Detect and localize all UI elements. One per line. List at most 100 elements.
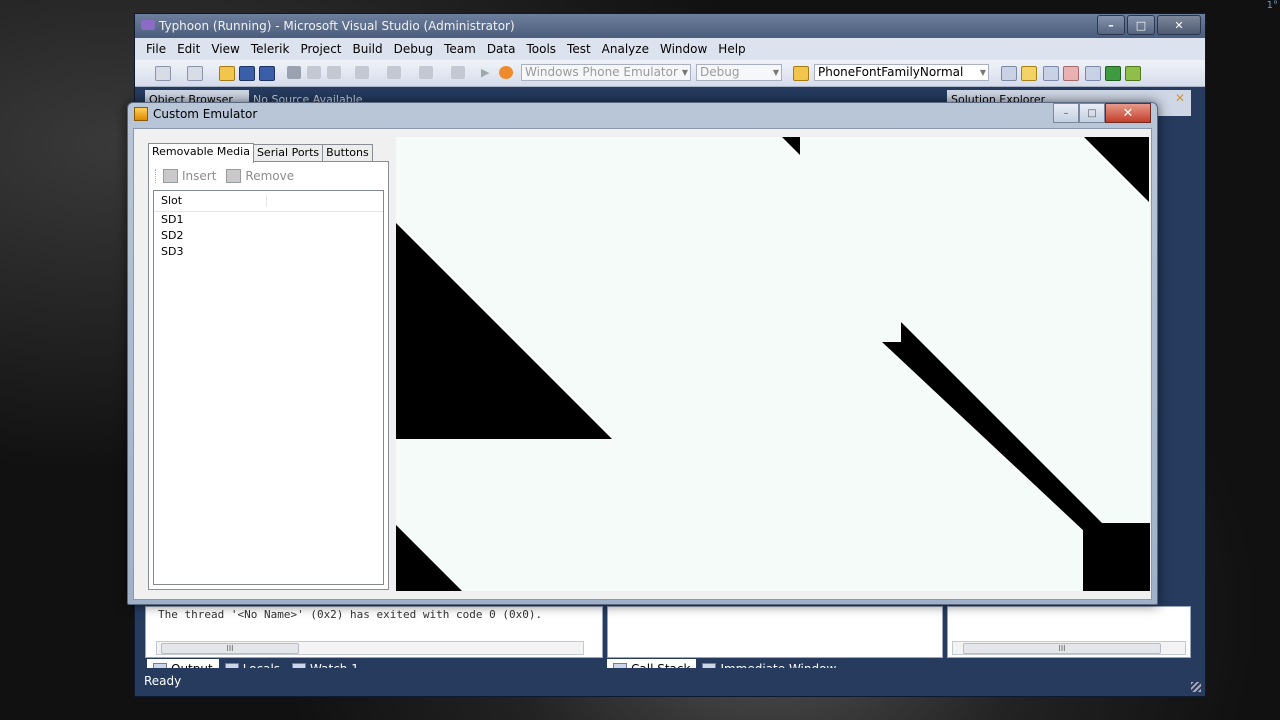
find-combo-value: PhoneFontFamilyNormal [818, 65, 964, 79]
close-icon[interactable]: ✕ [1175, 91, 1185, 105]
menu-test[interactable]: Test [562, 42, 597, 56]
start-page-icon[interactable] [1125, 66, 1141, 81]
insert-button[interactable]: Insert [182, 169, 216, 183]
remove-button[interactable]: Remove [245, 169, 294, 183]
solution-explorer-pane: III [947, 606, 1191, 658]
menu-project[interactable]: Project [295, 42, 347, 56]
navigate-backward-icon[interactable] [419, 66, 433, 79]
menu-view[interactable]: View [206, 42, 245, 56]
redo-icon[interactable] [387, 66, 401, 79]
visual-studio-logo-icon [141, 20, 155, 30]
toolbar-grip [155, 169, 157, 183]
emulator-display [396, 137, 1150, 591]
menu-window[interactable]: Window [655, 42, 713, 56]
object-browser-icon[interactable] [1043, 66, 1059, 81]
standard-toolbar: ▶ Windows Phone Emulator ▼ Debug ▼ Phone… [135, 60, 1205, 87]
title-bar[interactable]: Typhoon (Running) - Microsoft Visual Stu… [135, 14, 1205, 38]
emulator-app-icon [134, 107, 148, 121]
start-debugging-icon[interactable]: ▶ [481, 66, 495, 79]
menu-debug[interactable]: Debug [389, 42, 439, 56]
shape-left-triangle [396, 223, 612, 439]
menu-analyze[interactable]: Analyze [597, 42, 655, 56]
solution-horizontal-scrollbar[interactable]: III [952, 641, 1186, 655]
shape-bottom-right-square [1083, 523, 1150, 591]
menu-build[interactable]: Build [348, 42, 389, 56]
custom-emulator-window: Custom Emulator – □ ✕ Removable Media Se… [127, 102, 1158, 605]
menu-telerik[interactable]: Telerik [246, 42, 296, 56]
window-title: Typhoon (Running) - Microsoft Visual Stu… [159, 19, 515, 33]
menu-data[interactable]: Data [482, 42, 522, 56]
menu-bar: File Edit View Telerik Project Build Deb… [135, 38, 1205, 60]
save-all-icon[interactable] [259, 66, 275, 81]
navigate-forward-icon[interactable] [451, 66, 465, 79]
chevron-down-icon: ▼ [681, 68, 688, 77]
call-stack-pane [607, 606, 943, 658]
menu-help[interactable]: Help [713, 42, 751, 56]
team-explorer-icon[interactable] [1085, 66, 1101, 81]
scroll-thumb[interactable]: III [963, 643, 1161, 654]
menu-edit[interactable]: Edit [172, 42, 206, 56]
add-item-icon[interactable] [187, 66, 203, 81]
cut-icon[interactable] [287, 66, 301, 79]
menu-tools[interactable]: Tools [521, 42, 562, 56]
paste-icon[interactable] [327, 66, 341, 79]
menu-file[interactable]: File [141, 42, 172, 56]
chevron-down-icon: ▼ [979, 68, 986, 77]
chevron-down-icon: ▼ [772, 68, 779, 77]
list-item[interactable]: SD1 [154, 212, 383, 228]
tab-removable-media[interactable]: Removable Media [148, 143, 254, 163]
remove-icon [226, 169, 242, 183]
emulator-title-bar[interactable]: Custom Emulator [134, 107, 257, 121]
save-icon[interactable] [239, 66, 255, 81]
minimize-button[interactable]: – [1097, 15, 1125, 35]
deployment-target-combo[interactable]: Windows Phone Emulator ▼ [521, 64, 691, 81]
emulator-screen[interactable] [396, 137, 1150, 591]
media-toolbar: Insert Remove [155, 168, 294, 184]
list-item[interactable]: SD3 [154, 244, 383, 260]
insert-icon [163, 169, 178, 183]
status-text: Ready [144, 674, 182, 688]
tab-buttons[interactable]: Buttons [322, 144, 373, 162]
list-item[interactable]: SD2 [154, 228, 383, 244]
output-pane: The thread '<No Name>' (0x2) has exited … [145, 606, 603, 658]
emulator-title: Custom Emulator [153, 107, 258, 121]
slot-column-header[interactable]: Slot [154, 191, 383, 212]
menu-team[interactable]: Team [439, 42, 482, 56]
column-divider[interactable] [266, 195, 267, 207]
slot-column-label: Slot [161, 194, 183, 207]
solution-configuration-combo[interactable]: Debug ▼ [696, 64, 782, 81]
resize-grip-icon[interactable] [1191, 682, 1201, 692]
removable-media-page: Insert Remove Slot SD1 SD2 SD3 [148, 161, 389, 590]
maximize-button[interactable]: □ [1127, 15, 1155, 35]
find-combo[interactable]: PhoneFontFamilyNormal ▼ [814, 64, 989, 81]
shape-top-small-triangle [782, 137, 800, 155]
solution-configuration-value: Debug [700, 65, 740, 79]
attach-icon[interactable] [499, 66, 513, 79]
slot-list[interactable]: Slot SD1 SD2 SD3 [153, 190, 384, 585]
find-in-files-icon[interactable] [793, 66, 809, 81]
tab-serial-ports[interactable]: Serial Ports [252, 144, 324, 162]
status-bar: Ready [135, 668, 1205, 696]
open-file-icon[interactable] [219, 66, 235, 81]
emulator-minimize-button[interactable]: – [1053, 103, 1079, 123]
desktop-corner-text: 1° [1266, 0, 1278, 11]
shape-bottom-left-triangle [396, 525, 462, 591]
close-button[interactable]: ✕ [1157, 15, 1201, 35]
properties-icon[interactable] [1021, 66, 1037, 81]
extension-manager-icon[interactable] [1105, 66, 1121, 81]
undo-icon[interactable] [355, 66, 369, 79]
emulator-tab-strip: Removable Media Serial Ports Buttons [148, 142, 373, 163]
output-horizontal-scrollbar[interactable]: III [156, 641, 584, 655]
solution-explorer-icon[interactable] [1001, 66, 1017, 81]
toolbox-icon[interactable] [1063, 66, 1079, 81]
output-text: The thread '<No Name>' (0x2) has exited … [158, 608, 543, 621]
emulator-maximize-button[interactable]: □ [1079, 103, 1105, 123]
emulator-close-button[interactable]: ✕ [1105, 103, 1151, 123]
emulator-client-area: Removable Media Serial Ports Buttons Ins… [133, 128, 1152, 600]
new-project-icon[interactable] [155, 66, 171, 81]
shape-top-right-triangle [1084, 137, 1149, 202]
scroll-thumb[interactable]: III [161, 643, 299, 654]
deployment-target-value: Windows Phone Emulator [525, 65, 678, 79]
copy-icon[interactable] [307, 66, 321, 79]
shape-diagonal-bar [882, 322, 1116, 547]
